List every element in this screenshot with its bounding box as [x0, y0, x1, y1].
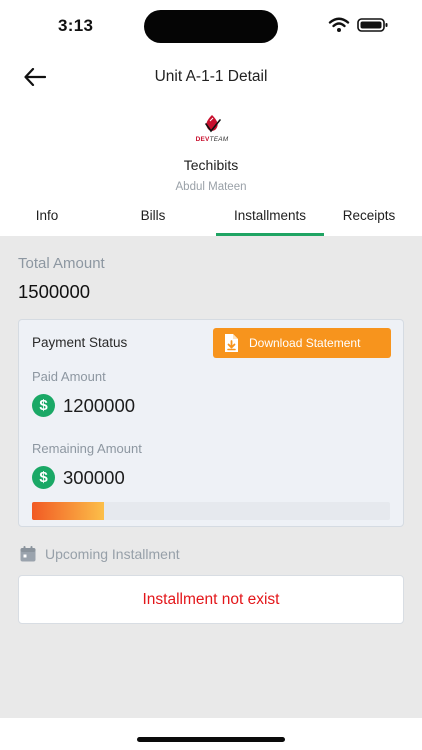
tab-info[interactable]: Info [14, 206, 80, 236]
logo-wordmark: DEVTEAM [195, 136, 229, 143]
company-logo: DEVTEAM [186, 112, 238, 146]
system-status-icons [328, 17, 388, 32]
page-title: Unit A-1-1 Detail [154, 68, 268, 85]
upcoming-installment-header: Upcoming Installment [19, 545, 180, 563]
person-name: Abdul Mateen [175, 181, 247, 193]
empty-installment-message: Installment not exist [142, 590, 280, 608]
dollar-coin-icon: $ [32, 394, 55, 417]
company-name: Techibits [183, 157, 239, 173]
dollar-coin-icon: $ [32, 466, 55, 489]
bottom-safe-area [0, 718, 422, 750]
upcoming-installment-label: Upcoming Installment [45, 546, 180, 562]
download-statement-label: Download Statement [249, 336, 361, 350]
tab-receipts[interactable]: Receipts [332, 206, 406, 236]
status-bar: 3:13 [0, 0, 422, 52]
tab-bar: Info Bills Installments Receipts [0, 206, 422, 236]
payment-status-card: Payment Status Download Statement Paid A… [18, 319, 404, 527]
calendar-icon [20, 546, 36, 562]
remaining-amount-label: Remaining Amount [32, 441, 142, 456]
remaining-amount-value: 300000 [63, 466, 125, 488]
paid-amount-label: Paid Amount [32, 369, 106, 384]
file-download-icon [225, 334, 238, 352]
paid-amount-row: $ 1200000 [32, 394, 135, 417]
payment-progress-bar [32, 502, 390, 520]
tab-installments[interactable]: Installments [216, 206, 324, 236]
wifi-icon [328, 17, 350, 32]
payment-status-title: Payment Status [32, 335, 128, 350]
paid-amount-value: 1200000 [63, 394, 136, 416]
total-amount-label: Total Amount [18, 255, 105, 272]
dynamic-island [144, 10, 278, 43]
battery-icon [357, 18, 388, 32]
status-time: 3:13 [58, 16, 94, 35]
total-amount-value: 1500000 [18, 281, 91, 302]
logo-mark-icon [205, 115, 221, 133]
empty-installment-message-box: Installment not exist [18, 575, 404, 624]
tab-bills[interactable]: Bills [120, 206, 186, 236]
download-statement-button[interactable]: Download Statement [213, 328, 391, 358]
payment-progress-fill [32, 502, 104, 520]
remaining-amount-row: $ 300000 [32, 466, 125, 489]
app-header: Unit A-1-1 Detail DEVTEAM Techibits Abdu… [0, 52, 422, 236]
home-indicator[interactable] [137, 737, 285, 742]
